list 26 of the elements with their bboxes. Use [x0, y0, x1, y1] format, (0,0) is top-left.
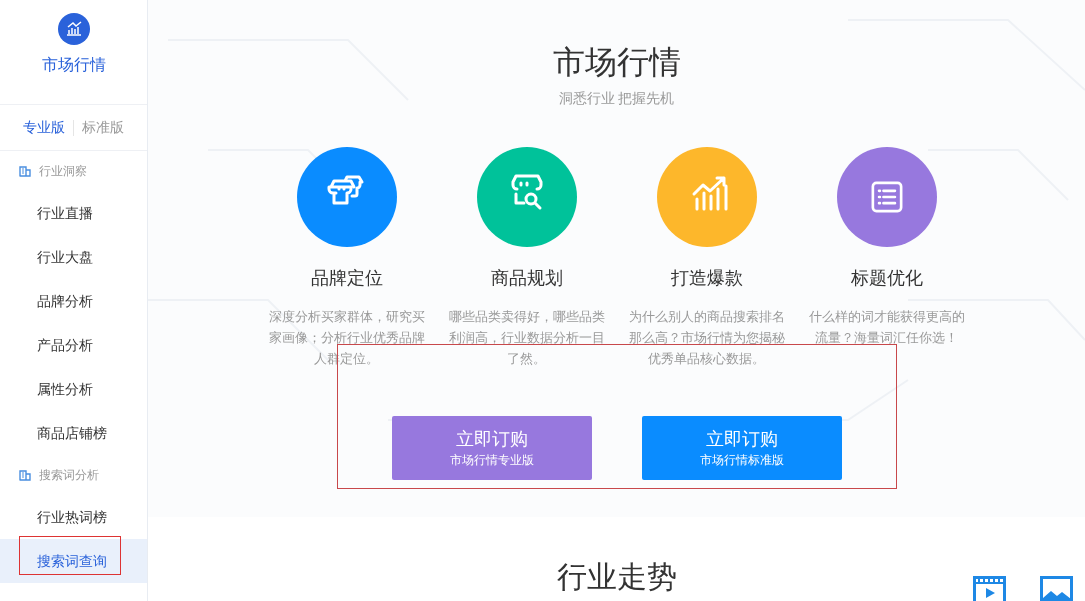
- section-title: 行业走势: [556, 559, 677, 595]
- nav-item[interactable]: 行业大盘: [0, 235, 147, 279]
- feature-description: 什么样的词才能获得更高的流量？海量词汇任你选！: [807, 308, 966, 347]
- chart-logo-icon: [57, 13, 90, 45]
- feature-title: 商品规划: [490, 267, 563, 290]
- nav-item[interactable]: 属性分析: [0, 367, 147, 411]
- video-icon: [973, 576, 1006, 601]
- edition-tab[interactable]: 专业版: [23, 117, 65, 138]
- group-label: 行业洞察: [39, 163, 87, 180]
- nav-item[interactable]: 产品分析: [0, 323, 147, 367]
- nav-item[interactable]: 商品店铺榜: [0, 411, 147, 455]
- page-title: 市场行情: [552, 43, 681, 82]
- feature-title: 标题优化: [850, 267, 923, 290]
- nav-item[interactable]: 行业直播: [0, 191, 147, 235]
- feature-title: 品牌定位: [310, 267, 383, 290]
- building-icon: [19, 469, 31, 481]
- feature-title: 打造爆款: [670, 267, 743, 290]
- nav-item[interactable]: 搜索词查询: [0, 539, 147, 583]
- app-title: 市场行情: [41, 55, 106, 75]
- image-icon: [1040, 576, 1073, 601]
- page-subtitle: 洞悉行业 把握先机: [558, 89, 675, 108]
- feature-description: 为什么别人的商品搜索排名那么高？市场行情为您揭秘优秀单品核心数据。: [627, 308, 786, 368]
- building-icon: [19, 165, 31, 177]
- nav-item[interactable]: 行业热词榜: [0, 495, 147, 539]
- nav-item[interactable]: 品牌分析: [0, 279, 147, 323]
- group-label: 搜索词分析: [39, 467, 99, 484]
